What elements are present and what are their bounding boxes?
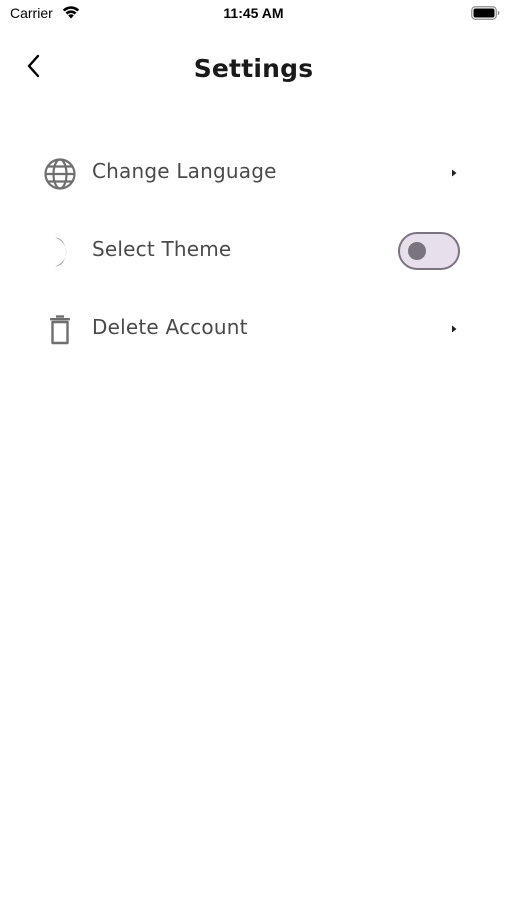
chevron-right-icon bbox=[452, 169, 457, 177]
settings-screen: Carrier 11:45 AM Settings Change Languag… bbox=[0, 0, 507, 900]
globe-icon bbox=[42, 156, 78, 192]
settings-list: Change Language Select Theme Delete Acco… bbox=[0, 135, 507, 369]
nav-bar: Settings bbox=[0, 40, 507, 100]
delete-account-row[interactable]: Delete Account bbox=[0, 291, 507, 369]
select-theme-row: Select Theme bbox=[0, 213, 507, 291]
chevron-right-icon bbox=[452, 325, 457, 333]
change-language-label: Change Language bbox=[92, 159, 277, 183]
battery-icon bbox=[471, 6, 500, 20]
moon-icon bbox=[42, 234, 78, 270]
status-bar: Carrier 11:45 AM bbox=[0, 0, 507, 30]
toggle-knob bbox=[408, 242, 426, 260]
change-language-row[interactable]: Change Language bbox=[0, 135, 507, 213]
theme-toggle[interactable] bbox=[398, 232, 460, 270]
status-time: 11:45 AM bbox=[223, 5, 284, 21]
trash-icon bbox=[42, 312, 78, 348]
select-theme-label: Select Theme bbox=[92, 237, 232, 261]
delete-account-label: Delete Account bbox=[92, 315, 248, 339]
page-title: Settings bbox=[193, 54, 314, 83]
